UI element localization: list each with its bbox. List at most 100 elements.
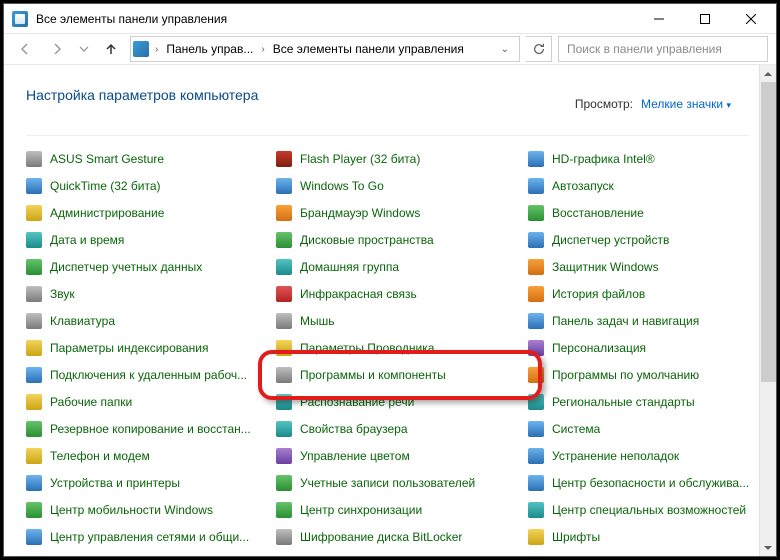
control-panel-item[interactable]: Дисковые пространства [276, 231, 528, 249]
scroll-down-button[interactable] [760, 539, 776, 556]
item-icon [528, 151, 544, 167]
control-panel-item[interactable]: Восстановление [528, 204, 759, 222]
control-panel-item[interactable]: Система [528, 420, 759, 438]
content-area: Настройка параметров компьютера Просмотр… [4, 65, 776, 556]
control-panel-item[interactable]: Центр синхронизации [276, 501, 528, 519]
control-panel-item[interactable]: Распознавание речи [276, 393, 528, 411]
address-dropdown-button[interactable]: ⌄ [495, 44, 515, 55]
item-label: QuickTime (32 бита) [50, 179, 161, 193]
control-panel-item[interactable]: Центр управления сетями и общи... [26, 528, 276, 546]
control-panel-item[interactable]: Клавиатура [26, 312, 276, 330]
item-label: Защитник Windows [552, 260, 659, 274]
view-mode-link[interactable]: Мелкие значки ▾ [641, 97, 731, 111]
control-panel-item[interactable]: Брандмауэр Windows [276, 204, 528, 222]
item-icon [528, 259, 544, 275]
nav-forward-button[interactable] [44, 36, 70, 62]
maximize-button[interactable] [682, 4, 728, 34]
control-panel-item[interactable]: Управление цветом [276, 447, 528, 465]
control-panel-item[interactable]: Flash Player (32 бита) [276, 150, 528, 168]
item-icon [528, 475, 544, 491]
item-label: Домашняя группа [300, 260, 399, 274]
chevron-down-icon [79, 44, 89, 54]
control-panel-item[interactable]: Параметры индексирования [26, 339, 276, 357]
window-title: Все элементы панели управления [36, 12, 227, 26]
item-label: Администрирование [50, 206, 164, 220]
item-label: Шифрование диска BitLocker [300, 530, 462, 544]
control-panel-item[interactable]: Устройства и принтеры [26, 474, 276, 492]
control-panel-item[interactable]: Защитник Windows [528, 258, 759, 276]
control-panel-item[interactable]: Программы по умолчанию [528, 366, 759, 384]
control-panel-item[interactable]: История файлов [528, 285, 759, 303]
nav-history-button[interactable] [76, 36, 92, 62]
control-panel-item[interactable]: Домашняя группа [276, 258, 528, 276]
arrow-right-icon [49, 41, 65, 57]
close-button[interactable] [728, 4, 774, 34]
item-icon [528, 178, 544, 194]
minimize-button[interactable] [636, 4, 682, 34]
item-label: Инфракрасная связь [300, 287, 417, 301]
item-icon [26, 529, 42, 545]
breadcrumb-1[interactable]: Панель управ... [164, 42, 255, 56]
control-panel-item[interactable]: Персонализация [528, 339, 759, 357]
arrow-left-icon [17, 41, 33, 57]
item-icon [276, 448, 292, 464]
item-label: ASUS Smart Gesture [50, 152, 164, 166]
control-panel-item[interactable]: QuickTime (32 бита) [26, 177, 276, 195]
item-label: Клавиатура [50, 314, 115, 328]
item-label: Дисковые пространства [300, 233, 434, 247]
item-icon [528, 286, 544, 302]
control-panel-item[interactable]: Звук [26, 285, 276, 303]
arrow-up-icon [103, 41, 119, 57]
control-panel-item[interactable]: Диспетчер устройств [528, 231, 759, 249]
control-panel-item[interactable]: Диспетчер учетных данных [26, 258, 276, 276]
item-icon [26, 421, 42, 437]
control-panel-item[interactable]: Рабочие папки [26, 393, 276, 411]
control-panel-item[interactable]: Центр безопасности и обслужива... [528, 474, 759, 492]
address-bar[interactable]: › Панель управ... › Все элементы панели … [130, 36, 520, 62]
scroll-thumb[interactable] [761, 82, 776, 382]
item-icon [528, 232, 544, 248]
control-panel-item[interactable]: Шифрование диска BitLocker [276, 528, 528, 546]
control-panel-item[interactable]: Администрирование [26, 204, 276, 222]
item-icon [528, 421, 544, 437]
control-panel-item[interactable]: Windows To Go [276, 177, 528, 195]
breadcrumb-2[interactable]: Все элементы панели управления [271, 42, 466, 56]
search-input[interactable] [565, 41, 761, 57]
item-icon [528, 205, 544, 221]
close-icon [746, 14, 756, 24]
control-panel-item[interactable]: Резервное копирование и восстан... [26, 420, 276, 438]
nav-up-button[interactable] [98, 36, 124, 62]
control-panel-item[interactable]: HD-графика Intel® [528, 150, 759, 168]
control-panel-item[interactable]: Автозапуск [528, 177, 759, 195]
item-icon [276, 340, 292, 356]
nav-back-button[interactable] [12, 36, 38, 62]
control-panel-item[interactable]: Шрифты [528, 528, 759, 546]
control-panel-item[interactable]: Мышь [276, 312, 528, 330]
item-label: Параметры Проводника [300, 341, 434, 355]
control-panel-item[interactable]: Телефон и модем [26, 447, 276, 465]
item-label: Flash Player (32 бита) [300, 152, 420, 166]
control-panel-item[interactable]: Подключения к удаленным рабоч... [26, 366, 276, 384]
item-label: Диспетчер учетных данных [50, 260, 202, 274]
item-label: Восстановление [552, 206, 644, 220]
item-label: Windows To Go [300, 179, 384, 193]
control-panel-item[interactable]: Центр специальных возможностей [528, 501, 759, 519]
control-panel-item[interactable]: Центр мобильности Windows [26, 501, 276, 519]
control-panel-item[interactable]: Учетные записи пользователей [276, 474, 528, 492]
control-panel-item[interactable]: Свойства браузера [276, 420, 528, 438]
refresh-icon [532, 42, 546, 56]
control-panel-item[interactable]: Устранение неполадок [528, 447, 759, 465]
highlighted-item-wrap: Программы и компоненты [276, 366, 528, 384]
refresh-button[interactable] [526, 36, 552, 62]
control-panel-item[interactable]: Параметры Проводника [276, 339, 528, 357]
search-box[interactable] [558, 36, 768, 62]
vertical-scrollbar[interactable] [759, 65, 776, 556]
control-panel-item[interactable]: Программы и компоненты [276, 366, 528, 384]
control-panel-item[interactable]: Региональные стандарты [528, 393, 759, 411]
control-panel-item[interactable]: ASUS Smart Gesture [26, 150, 276, 168]
control-panel-item[interactable]: Панель задач и навигация [528, 312, 759, 330]
scroll-up-button[interactable] [760, 65, 776, 82]
control-panel-item[interactable]: Дата и время [26, 231, 276, 249]
item-label: Панель задач и навигация [552, 314, 699, 328]
control-panel-item[interactable]: Инфракрасная связь [276, 285, 528, 303]
